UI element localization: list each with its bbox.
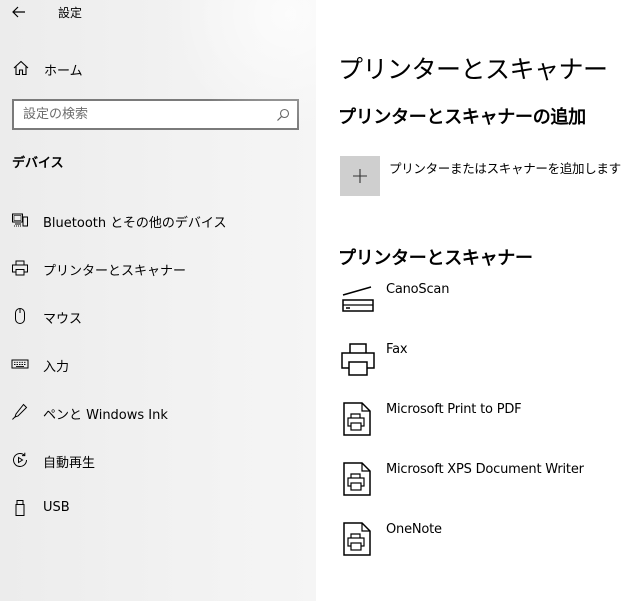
search-icon[interactable] xyxy=(272,104,294,126)
sidebar-item-autoplay[interactable]: 自動再生 xyxy=(0,446,316,474)
search-input[interactable] xyxy=(14,101,272,128)
device-item-fax[interactable]: Fax xyxy=(316,342,639,392)
sidebar-item-mouse[interactable]: マウス xyxy=(0,302,316,330)
device-item-canoscan[interactable]: CanoScan xyxy=(316,282,639,332)
sidebar-item-usb[interactable]: USB xyxy=(0,494,316,522)
sidebar-item-label: マウス xyxy=(43,312,83,327)
sidebar-item-typing[interactable]: 入力 xyxy=(0,350,316,378)
plus-icon xyxy=(353,169,367,183)
home-label: ホーム xyxy=(44,64,83,79)
sidebar-item-label: Bluetooth とその他のデバイス xyxy=(43,216,227,231)
sidebar-item-printers[interactable]: プリンターとスキャナー xyxy=(0,254,316,282)
device-name: Fax xyxy=(386,342,408,357)
page-title: プリンターとスキャナー xyxy=(338,55,608,84)
app-title: 設定 xyxy=(58,6,83,20)
settings-search-box[interactable] xyxy=(12,99,299,130)
document-printer-icon xyxy=(343,402,371,436)
document-printer-icon xyxy=(343,522,371,556)
sidebar-item-label: USB xyxy=(43,500,70,515)
document-printer-icon xyxy=(343,462,371,496)
home-nav-item[interactable]: ホーム xyxy=(0,56,316,80)
sidebar-item-label: 入力 xyxy=(43,360,70,375)
sidebar-item-label: プリンターとスキャナー xyxy=(43,264,187,279)
sidebar-item-label: ペンと Windows Ink xyxy=(43,408,168,423)
sidebar: 設定 ホーム デバイス Bluetooth とその他のデバイス xyxy=(0,0,316,601)
add-section-title: プリンターとスキャナーの追加 xyxy=(338,107,586,128)
sidebar-item-pen[interactable]: ペンと Windows Ink xyxy=(0,398,316,426)
sidebar-item-label: 自動再生 xyxy=(43,456,96,471)
title-bar: 設定 xyxy=(0,0,316,26)
scanner-icon xyxy=(342,286,374,312)
add-device-button[interactable] xyxy=(340,156,380,196)
devices-section-heading: デバイス xyxy=(12,156,64,171)
device-name: OneNote xyxy=(386,522,442,537)
printer-icon xyxy=(11,259,29,277)
bluetooth-devices-icon xyxy=(11,211,29,229)
mouse-icon xyxy=(11,307,29,325)
device-name: Microsoft XPS Document Writer xyxy=(386,462,584,477)
back-arrow-icon xyxy=(12,6,25,18)
sidebar-item-bluetooth[interactable]: Bluetooth とその他のデバイス xyxy=(0,206,316,234)
device-item-xps-writer[interactable]: Microsoft XPS Document Writer xyxy=(316,462,639,512)
home-icon xyxy=(13,60,29,76)
device-item-print-to-pdf[interactable]: Microsoft Print to PDF xyxy=(316,402,639,452)
printer-icon xyxy=(341,343,375,376)
device-list-title: プリンターとスキャナー xyxy=(338,248,533,269)
pen-icon xyxy=(11,403,29,421)
device-name: CanoScan xyxy=(386,282,450,297)
keyboard-icon xyxy=(11,355,29,373)
main-content: プリンターとスキャナー プリンターとスキャナーの追加 プリンターまたはスキャナー… xyxy=(316,0,639,601)
back-button[interactable] xyxy=(8,2,30,22)
add-device-label[interactable]: プリンターまたはスキャナーを追加します xyxy=(389,158,621,177)
autoplay-icon xyxy=(11,451,29,469)
device-name: Microsoft Print to PDF xyxy=(386,402,522,417)
device-item-onenote[interactable]: OneNote xyxy=(316,522,639,572)
usb-icon xyxy=(11,499,29,517)
